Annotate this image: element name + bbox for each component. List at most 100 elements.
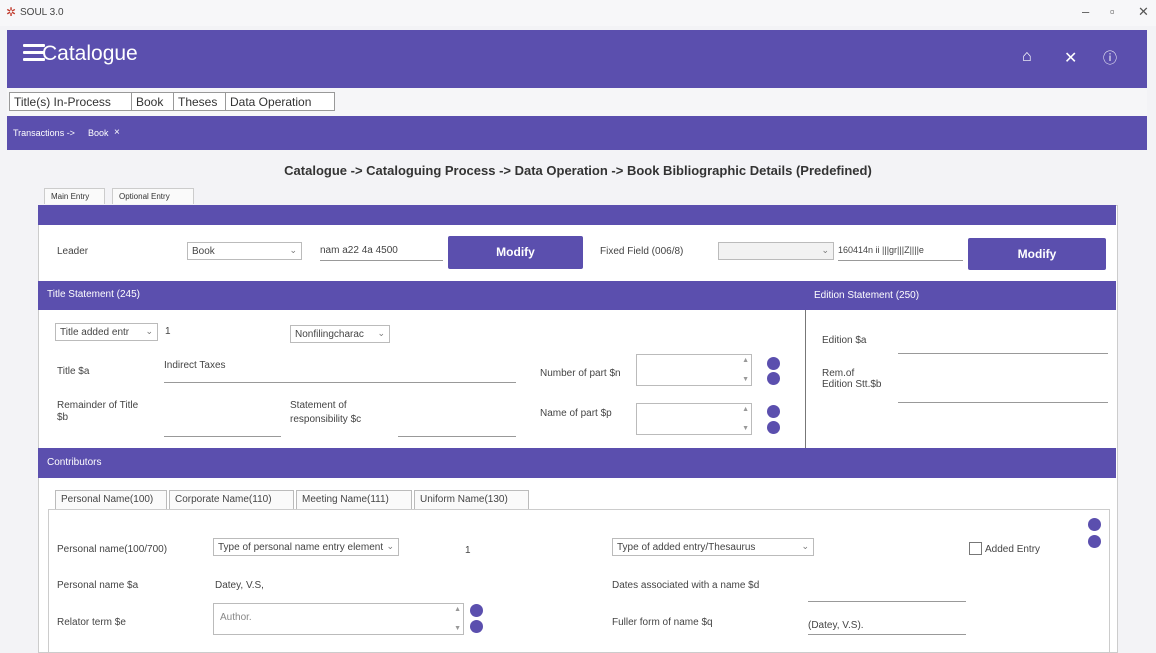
app-name: SOUL 3.0	[20, 7, 64, 18]
remainder-title-label-line1: Remainder of Title	[57, 400, 139, 411]
contributors-heading: Contributors	[47, 457, 102, 468]
spin-up-icon[interactable]: ▲	[742, 406, 749, 413]
rem-edition-label-line1: Rem.of	[822, 368, 855, 379]
tab-main-entry[interactable]: Main Entry	[44, 188, 105, 204]
tab-data-operation[interactable]: Data Operation	[225, 92, 335, 111]
title-a-label: Title $a	[57, 366, 90, 377]
chevron-down-icon: ⌄	[377, 328, 385, 338]
tab-meeting-name[interactable]: Meeting Name(111)	[296, 490, 412, 509]
chevron-down-icon: ⌄	[801, 541, 809, 551]
responsibility-label-line2: responsibility $c	[290, 414, 362, 425]
add-circle-icon[interactable]	[767, 405, 780, 418]
leader-type-value: Book	[192, 246, 215, 257]
tab-corporate-name[interactable]: Corporate Name(110)	[169, 490, 294, 509]
contributors-header-bar	[38, 448, 1116, 478]
transaction-tab-close-icon[interactable]: ×	[114, 127, 120, 138]
spin-up-icon[interactable]: ▲	[742, 357, 749, 364]
close-icon[interactable]: ✕	[1064, 48, 1077, 68]
fixed-field-label: Fixed Field (006/8)	[600, 246, 684, 257]
leader-type-dropdown[interactable]: Book ⌄	[187, 242, 302, 260]
leader-modify-button[interactable]: Modify	[448, 236, 583, 269]
tab-book[interactable]: Book	[131, 92, 174, 111]
minimize-button[interactable]: –	[1082, 4, 1089, 19]
help-icon[interactable]: ⓘ	[1103, 48, 1117, 68]
remove-circle-icon[interactable]	[470, 620, 483, 633]
spin-down-icon[interactable]: ▼	[742, 425, 749, 432]
title-edition-header-bar	[38, 281, 1116, 310]
relator-term-field[interactable]: Author. ▲ ▼	[213, 603, 464, 635]
transactions-label: Transactions ->	[13, 128, 75, 138]
edition-statement-heading: Edition Statement (250)	[814, 290, 920, 301]
relator-term-value: Author.	[220, 612, 252, 623]
relator-term-label: Relator term $e	[57, 617, 126, 628]
leader-code-field[interactable]: nam a22 4a 4500	[320, 245, 443, 261]
tab-uniform-name[interactable]: Uniform Name(130)	[414, 490, 529, 509]
title-statement-heading: Title Statement (245)	[47, 289, 141, 300]
personal-name-a-label: Personal name $a	[57, 580, 139, 591]
nonfiling-characters-value: Nonfilingcharac	[295, 329, 364, 340]
personal-name-a-field[interactable]: Datey, V.S,	[215, 580, 264, 591]
fixed-field-modify-button[interactable]: Modify	[968, 238, 1106, 270]
app-logo-icon: ✲	[6, 5, 17, 19]
tab-personal-name[interactable]: Personal Name(100)	[55, 490, 167, 509]
number-of-part-field[interactable]: ▲ ▼	[636, 354, 752, 386]
fixed-field-code-field[interactable]: 160414n ii |||gr|||Z||||e	[838, 245, 963, 261]
transaction-tab-book[interactable]: Book	[88, 128, 109, 138]
title-a-field[interactable]: Indirect Taxes	[164, 360, 516, 383]
chevron-down-icon: ⌄	[145, 326, 153, 336]
leader-label: Leader	[57, 246, 89, 257]
title-added-entry-number: 1	[165, 326, 171, 337]
added-entry-thesaurus-dropdown[interactable]: Type of added entry/Thesaurus ⌄	[612, 538, 814, 556]
edition-a-label: Edition $a	[822, 335, 867, 346]
personal-name-label: Personal name(100/700)	[57, 544, 168, 555]
personal-name-entry-element-dropdown[interactable]: Type of personal name entry element ⌄	[213, 538, 399, 556]
added-entry-checkbox[interactable]	[969, 542, 982, 555]
nonfiling-characters-dropdown[interactable]: Nonfilingcharac ⌄	[290, 325, 390, 343]
header-title: Catalogue	[42, 42, 138, 65]
fuller-form-field[interactable]: (Datey, V.S).	[808, 620, 966, 635]
tab-optional-entry[interactable]: Optional Entry	[112, 188, 194, 204]
dates-associated-field[interactable]	[808, 585, 966, 602]
rem-edition-field[interactable]	[898, 386, 1108, 403]
tab-titles-in-process[interactable]: Title(s) In-Process	[9, 92, 132, 111]
remove-circle-icon[interactable]	[1088, 535, 1101, 548]
title-added-entry-value: Title added entr	[60, 327, 130, 338]
add-circle-icon[interactable]	[767, 357, 780, 370]
name-of-part-label: Name of part $p	[540, 408, 612, 419]
name-of-part-field[interactable]: ▲ ▼	[636, 403, 752, 435]
chevron-down-icon: ⌄	[386, 541, 394, 551]
add-circle-icon[interactable]	[1088, 518, 1101, 531]
number-of-part-label: Number of part $n	[540, 368, 621, 379]
chevron-down-icon: ⌄	[821, 245, 829, 255]
chevron-down-icon: ⌄	[289, 245, 297, 255]
remove-circle-icon[interactable]	[767, 421, 780, 434]
remainder-title-label-line2: $b	[57, 412, 69, 423]
dates-associated-label: Dates associated with a name $d	[612, 580, 760, 591]
remainder-title-field[interactable]	[164, 420, 281, 437]
title-added-entry-dropdown[interactable]: Title added entr ⌄	[55, 323, 158, 341]
added-entry-checkbox-label: Added Entry	[985, 544, 1041, 555]
spin-up-icon[interactable]: ▲	[454, 606, 461, 613]
tab-theses[interactable]: Theses	[173, 92, 226, 111]
panel-header-bar	[38, 205, 1116, 225]
section-divider	[805, 310, 806, 448]
close-window-button[interactable]: ✕	[1138, 4, 1149, 20]
window-titlebar	[0, 0, 1156, 26]
responsibility-label-line1: Statement of	[290, 400, 347, 411]
spin-down-icon[interactable]: ▼	[742, 376, 749, 383]
add-circle-icon[interactable]	[470, 604, 483, 617]
responsibility-field[interactable]	[398, 420, 516, 437]
home-icon[interactable]: ⌂	[1022, 48, 1032, 66]
edition-a-field[interactable]	[898, 337, 1108, 354]
personal-name-entry-number: 1	[465, 545, 471, 556]
fixed-field-dropdown[interactable]: ⌄	[718, 242, 834, 260]
restore-button[interactable]: ▫	[1110, 4, 1115, 19]
app-header: Catalogue ⌂ ✕ ⓘ	[7, 30, 1147, 88]
page-heading: Catalogue -> Cataloguing Process -> Data…	[284, 163, 872, 178]
transactions-bar: Transactions -> Book ×	[7, 116, 1147, 150]
fuller-form-label: Fuller form of name $q	[612, 617, 713, 628]
spin-down-icon[interactable]: ▼	[454, 625, 461, 632]
personal-name-entry-element-value: Type of personal name entry element	[218, 542, 384, 553]
added-entry-thesaurus-value: Type of added entry/Thesaurus	[617, 542, 756, 553]
remove-circle-icon[interactable]	[767, 372, 780, 385]
